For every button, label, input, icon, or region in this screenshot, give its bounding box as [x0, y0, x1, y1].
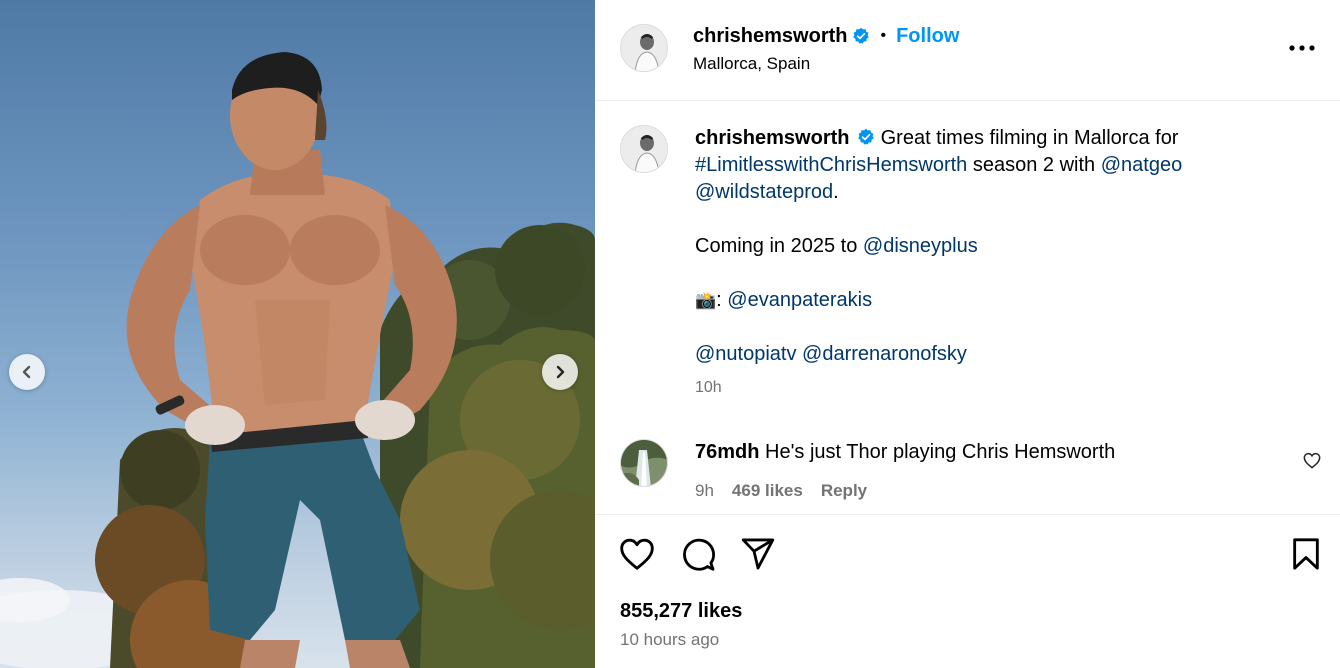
comments-section: chrishemsworth Great times filming in Ma…: [595, 101, 1340, 515]
comment-item: 76mdh He's just Thor playing Chris Hemsw…: [595, 435, 1340, 515]
avatar-image: [621, 25, 667, 71]
caption-paragraph-2: Coming in 2025 to @disneyplus: [695, 233, 1275, 260]
previous-photo-button[interactable]: [9, 354, 45, 390]
caption-paragraph-1: chrishemsworth Great times filming in Ma…: [695, 125, 1275, 206]
author-avatar[interactable]: [620, 24, 668, 72]
bookmark-icon: [1293, 538, 1319, 570]
more-options-button[interactable]: [1288, 34, 1316, 62]
avatar-image: [621, 126, 667, 172]
caption-timestamp[interactable]: 10h: [695, 379, 722, 397]
camera-emoji: 📸: [695, 291, 717, 310]
comment-likes[interactable]: 469 likes: [732, 481, 803, 501]
post-header: chrishemsworth • Follow Mallorca, Spain: [595, 0, 1340, 101]
save-button[interactable]: [1291, 537, 1321, 576]
reply-button[interactable]: Reply: [821, 481, 867, 501]
header-user-line: chrishemsworth • Follow: [693, 24, 959, 48]
chevron-right-icon: [556, 365, 565, 379]
post-caption: chrishemsworth Great times filming in Ma…: [695, 125, 1275, 368]
comment-time[interactable]: 9h: [695, 481, 714, 501]
like-button[interactable]: [619, 537, 655, 576]
separator-dot: •: [880, 27, 887, 44]
commenter-username[interactable]: 76mdh: [695, 441, 759, 463]
caption-username[interactable]: chrishemsworth: [695, 127, 849, 149]
comment-like-button[interactable]: [1303, 452, 1321, 474]
next-photo-button[interactable]: [542, 354, 578, 390]
caption-coming-text: Coming in 2025 to: [695, 235, 858, 257]
post-sidebar: chrishemsworth • Follow Mallorca, Spain: [595, 0, 1340, 668]
post-timestamp[interactable]: 10 hours ago: [620, 630, 719, 650]
heart-icon: [1303, 452, 1321, 469]
mention-disneyplus[interactable]: @disneyplus: [863, 235, 978, 257]
caption-text-mid: season 2 with: [972, 154, 1096, 176]
hashtag-link[interactable]: #LimitlesswithChrisHemsworth: [695, 154, 967, 176]
mention-evanpaterakis[interactable]: @evanpaterakis: [727, 289, 872, 311]
mention-natgeo[interactable]: @natgeo: [1101, 154, 1182, 176]
caption-author-avatar[interactable]: [620, 125, 668, 173]
camera-colon: :: [716, 289, 722, 311]
heart-icon: [620, 538, 654, 570]
share-button[interactable]: [740, 537, 776, 576]
chevron-left-icon: [22, 365, 31, 379]
avatar-image: [621, 440, 667, 486]
caption-period: .: [833, 181, 839, 203]
comment-body: 76mdh He's just Thor playing Chris Hemsw…: [695, 441, 1115, 464]
follow-button[interactable]: Follow: [896, 25, 959, 48]
comment-text: He's just Thor playing Chris Hemsworth: [765, 441, 1116, 463]
more-options-icon: [1289, 45, 1315, 51]
comment-button[interactable]: [680, 537, 716, 578]
mention-wildstateprod[interactable]: @wildstateprod: [695, 181, 833, 203]
verified-badge-icon: [853, 27, 870, 44]
likes-count[interactable]: 855,277 likes: [620, 600, 742, 623]
mention-nutopiatv[interactable]: @nutopiatv: [695, 343, 796, 365]
mention-darrenaronofsky[interactable]: @darrenaronofsky: [802, 343, 967, 365]
post-location[interactable]: Mallorca, Spain: [693, 54, 810, 74]
caption-paragraph-4: @nutopiatv @darrenaronofsky: [695, 341, 1275, 368]
commenter-avatar[interactable]: [620, 439, 668, 487]
verified-badge-icon: [858, 128, 874, 145]
paper-plane-icon: [741, 538, 775, 570]
caption-text-intro: Great times filming in Mallorca for: [880, 127, 1179, 149]
comment-bubble-icon: [683, 538, 715, 571]
comment-meta: 9h 469 likes Reply: [695, 481, 867, 501]
post-photo[interactable]: [0, 0, 595, 668]
post-actions: 855,277 likes 10 hours ago: [595, 516, 1340, 668]
photo-scene: [0, 52, 595, 668]
caption-paragraph-3: 📸: @evanpaterakis: [695, 287, 1275, 314]
author-username[interactable]: chrishemsworth: [693, 25, 847, 48]
